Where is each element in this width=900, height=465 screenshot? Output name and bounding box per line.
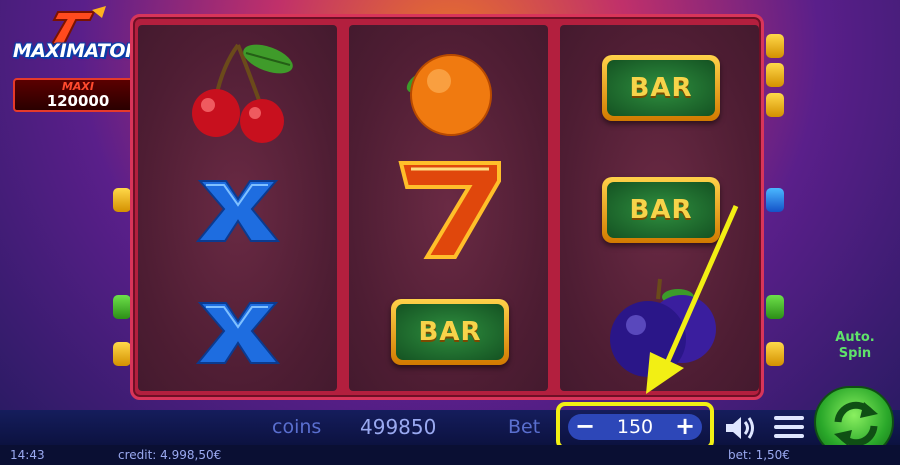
reel-symbol-bar: BAR — [560, 147, 759, 269]
reel-symbol-cherries — [138, 25, 337, 147]
reel-symbol-blue-x — [138, 269, 337, 391]
bet-highlight-box: − 150 + — [556, 402, 714, 450]
auto-spin-label-1: Auto. — [835, 330, 875, 345]
bet-amount-text: bet: 1,50€ — [728, 448, 790, 462]
reel-symbol-bar: BAR — [349, 269, 548, 391]
bet-label: Bet — [508, 416, 541, 438]
orange-icon — [406, 54, 492, 136]
auto-spin-button[interactable]: Auto. Spin — [832, 330, 878, 370]
credit-text: credit: 4.998,50€ — [118, 448, 222, 462]
blue-x-icon — [195, 302, 281, 364]
bar-text: BAR — [396, 304, 504, 360]
auto-spin-label-2: Spin — [838, 346, 872, 361]
reel-2: BAR — [349, 25, 548, 391]
coins-value: 499850 — [360, 415, 437, 439]
coins-label: coins — [272, 416, 322, 438]
bar-text: BAR — [607, 182, 715, 238]
bet-increase-button[interactable]: + — [672, 414, 698, 440]
bar-symbol: BAR — [602, 55, 720, 121]
line-marker-right-3 — [766, 93, 784, 117]
line-marker-left-3 — [113, 342, 131, 366]
bar-symbol: BAR — [391, 299, 509, 365]
menu-icon[interactable] — [773, 412, 805, 442]
bet-stepper: − 150 + — [568, 414, 702, 440]
seven-icon — [398, 161, 501, 259]
line-marker-left-2 — [113, 295, 131, 319]
reel-symbol-blue-x — [138, 147, 337, 269]
cherries-icon — [192, 43, 293, 143]
jackpot-value: 120000 — [46, 92, 110, 110]
line-marker-left-1 — [113, 188, 131, 212]
game-logo: MAXIMATOR MAXI 120000 — [6, 6, 146, 112]
reel-1 — [138, 25, 337, 391]
bottom-bar: coins 499850 Bet − 150 + — [0, 402, 900, 450]
line-marker-right-5 — [766, 295, 784, 319]
reel-symbol-seven — [349, 147, 548, 269]
plum-icon — [610, 278, 716, 377]
status-bar: 14:43 credit: 4.998,50€ bet: 1,50€ — [0, 445, 900, 465]
line-marker-right-2 — [766, 63, 784, 87]
clock-time: 14:43 — [10, 448, 45, 462]
bar-symbol: BAR — [602, 177, 720, 243]
reel-symbol-bar: BAR — [560, 25, 759, 147]
blue-x-icon — [195, 180, 281, 242]
sound-icon[interactable] — [724, 413, 758, 443]
line-marker-right-4 — [766, 188, 784, 212]
reel-symbol-orange — [349, 25, 548, 147]
reel-frame: BAR BAR BAR — [130, 14, 764, 400]
bar-text: BAR — [607, 60, 715, 116]
game-stage: MAXIMATOR MAXI 120000 BAR BAR BAR Auto. … — [0, 0, 900, 410]
bet-value: 150 — [616, 416, 654, 438]
reel-3: BAR BAR — [560, 25, 759, 391]
line-marker-right-1 — [766, 34, 784, 58]
logo-title: MAXIMATOR — [12, 40, 140, 62]
line-marker-right-6 — [766, 342, 784, 366]
reel-symbol-plum — [560, 269, 759, 391]
jackpot-display: MAXI 120000 — [13, 78, 143, 112]
